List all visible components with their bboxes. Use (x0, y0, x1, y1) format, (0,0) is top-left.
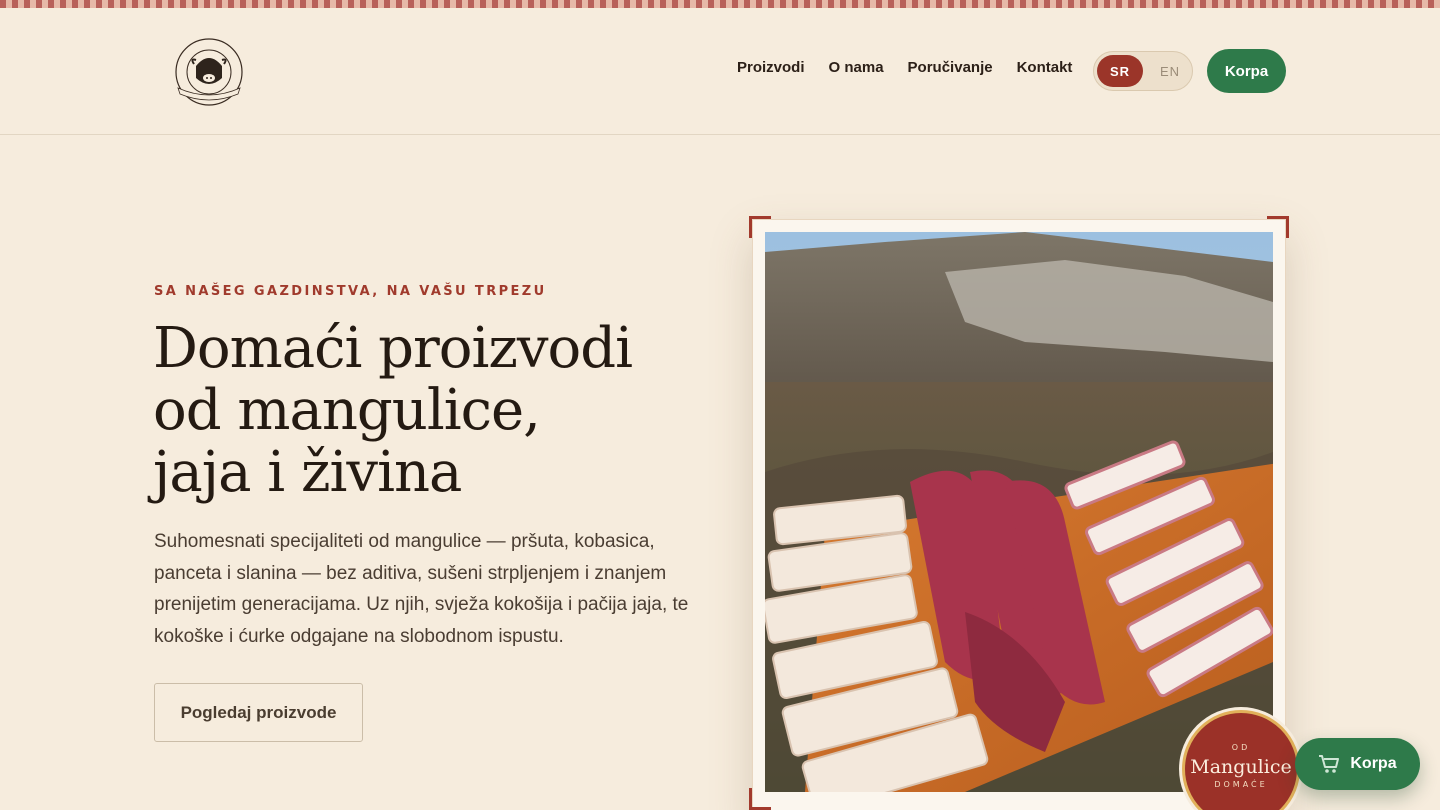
nav-link-o-nama[interactable]: O nama (829, 59, 884, 76)
hero-title-line-2: od mangulice, (153, 378, 541, 443)
logo-text-top: POPOVIĆ (172, 108, 173, 109)
language-option-en[interactable]: EN (1150, 55, 1190, 87)
site-header: POPOVIĆ GAZDINSTVO 19 62 Proizvodi O nam… (0, 8, 1440, 135)
floating-cart-label: Korpa (1350, 755, 1397, 772)
nav-link-kontakt[interactable]: Kontakt (1017, 59, 1073, 76)
nav-link-porucivanje[interactable]: Poručivanje (908, 59, 993, 76)
header-cart-button[interactable]: Korpa (1207, 49, 1286, 93)
logo-emblem-icon (175, 38, 243, 106)
top-decorative-stripe (0, 0, 1440, 8)
hero-title: Domaći proizvodi od mangulice, jaja i ži… (153, 318, 713, 504)
logo-text-bottom: GAZDINSTVO (172, 108, 173, 109)
hero-photo (765, 232, 1273, 792)
logo[interactable]: POPOVIĆ GAZDINSTVO 19 62 (172, 36, 246, 108)
logo-year-right: 62 (172, 108, 173, 109)
language-option-sr[interactable]: SR (1097, 55, 1143, 87)
badge-main-text: Mangulice (1190, 756, 1292, 778)
view-products-button[interactable]: Pogledaj proizvode (154, 683, 363, 742)
floating-cart-button[interactable]: Korpa (1295, 738, 1420, 790)
hero-eyebrow: SA NAŠEG GAZDINSTVA, NA VAŠU TRPEZU (154, 284, 547, 299)
badge-top-text: OD (1231, 743, 1251, 752)
hero-description: Suhomesnati specijaliteti od mangulice —… (154, 531, 689, 647)
main-nav: Proizvodi O nama Poručivanje Kontakt (737, 59, 1072, 76)
cart-icon (1318, 754, 1340, 774)
nav-link-proizvodi[interactable]: Proizvodi (737, 59, 805, 76)
badge-bottom-text: DOMAĆE (1214, 780, 1268, 789)
cured-meat-board-image (765, 232, 1273, 792)
hero-title-line-1: Domaći proizvodi (153, 316, 633, 381)
logo-year-left: 19 (172, 108, 173, 109)
hero-title-line-3: jaja i živina (153, 440, 462, 505)
language-switcher: SR EN (1093, 51, 1193, 91)
